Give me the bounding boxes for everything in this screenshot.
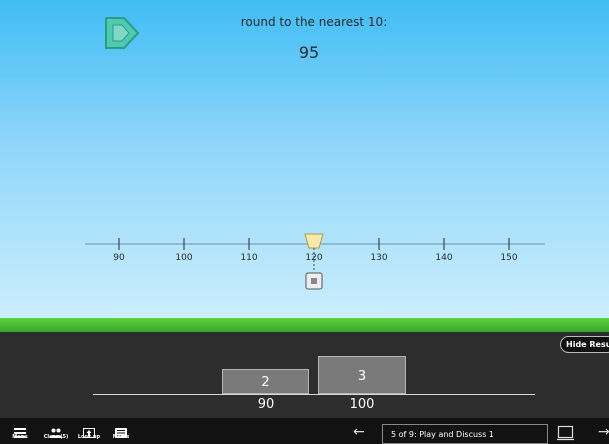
notes-label: Notes (112, 434, 130, 440)
back-arrow-icon[interactable]: ← (353, 424, 365, 440)
result-bar-count: 2 (261, 375, 270, 390)
play-icon[interactable] (104, 16, 140, 50)
number-line-tick-label: 100 (175, 253, 192, 263)
class-button[interactable]: Class (5) (42, 423, 70, 443)
number-line: 90 100 110 120 130 140 150 (85, 233, 545, 290)
result-bar-label: 100 (349, 397, 375, 412)
hamburger-icon (6, 423, 34, 438)
result-bar-label: 90 (257, 397, 275, 412)
menu-button[interactable]: Menu (6, 423, 34, 443)
number-line-tick-label: 130 (370, 253, 387, 263)
target-value: 95 (298, 43, 320, 62)
page-indicator[interactable]: 5 of 9: Play and Discuss 1 (382, 424, 548, 444)
notes-icon (107, 423, 135, 438)
hide-results-button[interactable]: Hide Results (560, 336, 609, 353)
result-bar-count: 3 (357, 369, 367, 384)
look-up-button[interactable]: Look up (75, 423, 103, 443)
result-bar: 2 (222, 369, 309, 394)
number-line-tick-label: 140 (435, 253, 452, 263)
results-baseline (93, 394, 535, 395)
look-up-label: Look up (77, 434, 101, 440)
notes-button[interactable]: Notes (107, 423, 135, 443)
next-arrow-icon[interactable]: → (598, 424, 609, 440)
number-line-tick-label: 110 (240, 253, 257, 263)
look-up-icon (75, 423, 103, 438)
number-line-tick-label: 90 (113, 253, 125, 263)
people-icon (42, 423, 70, 438)
grass-strip (0, 318, 609, 332)
menu-label: Menu (12, 434, 28, 440)
prompt-text: round to the nearest 10: (240, 15, 388, 29)
page-thumbnail-icon[interactable] (556, 425, 576, 441)
class-label: Class (5) (43, 434, 69, 440)
result-bar: 3 (318, 356, 406, 394)
number-line-tick-label: 150 (500, 253, 517, 263)
